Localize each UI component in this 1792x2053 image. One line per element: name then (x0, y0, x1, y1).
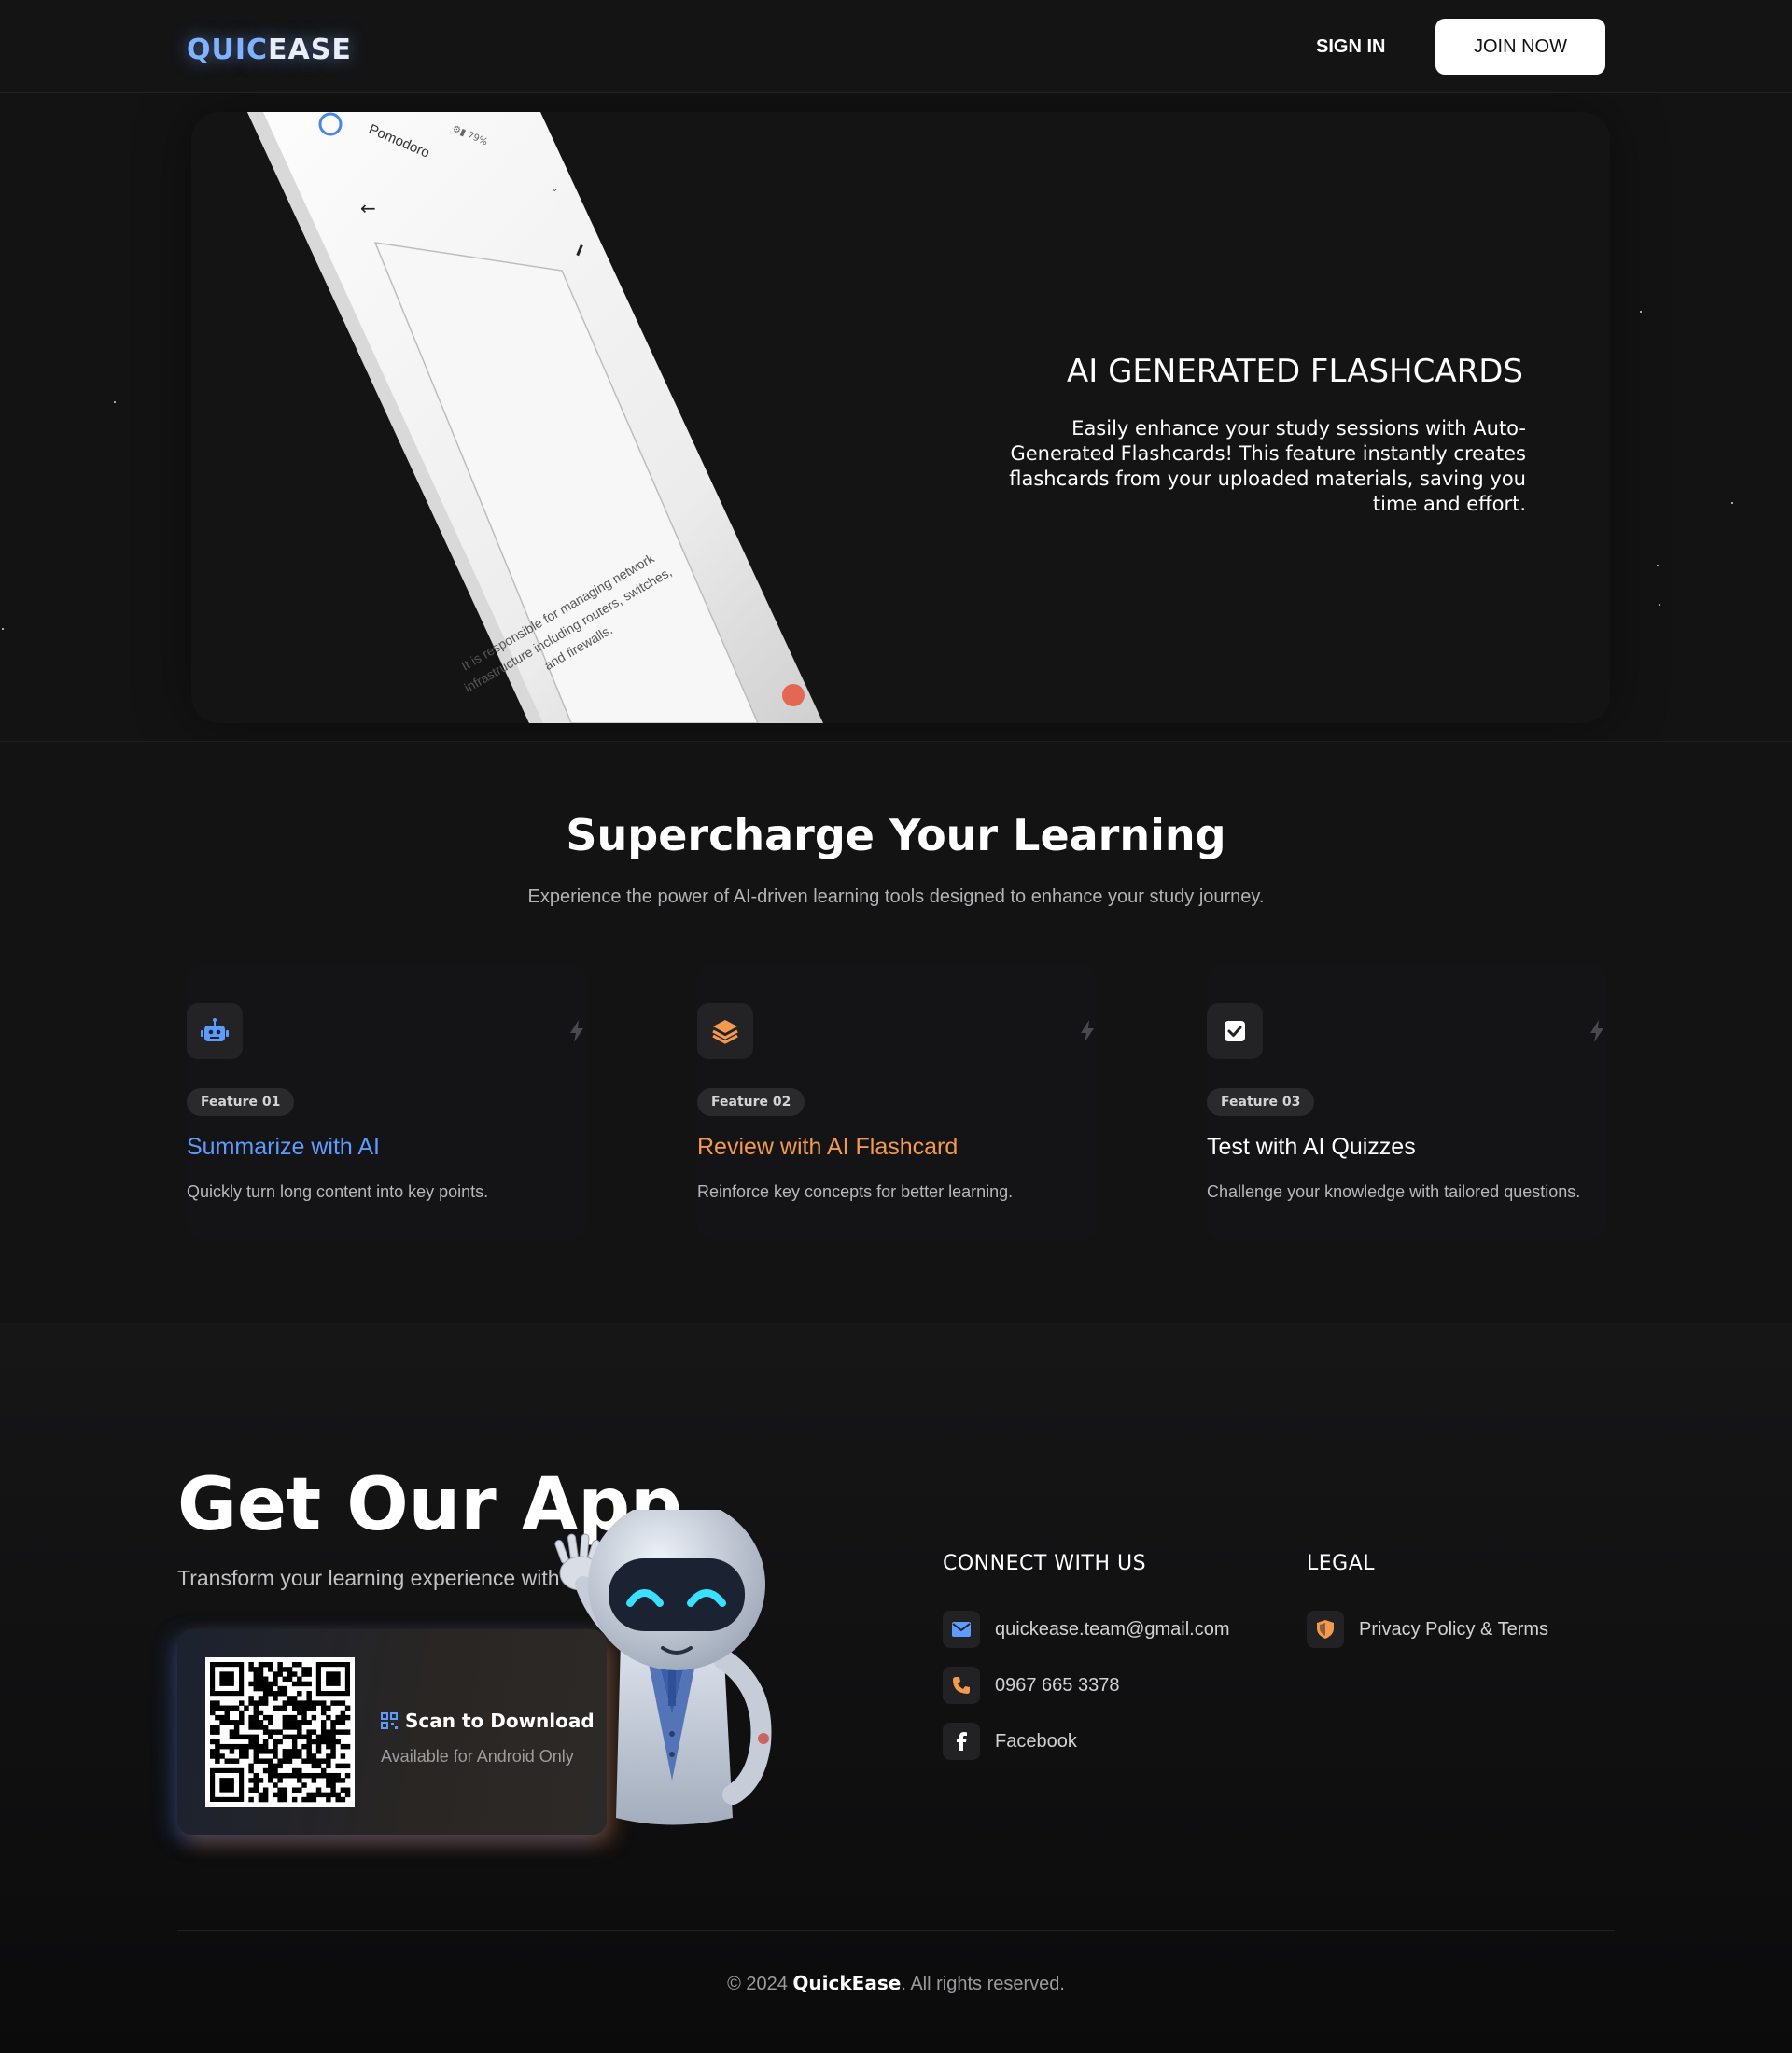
feature-description: Reinforce key concepts for better learni… (697, 1182, 1014, 1201)
feature-title: Test with AI Quizzes (1207, 1134, 1416, 1160)
hero-section: Pomodoro ⚙▮ 79% ← ⌄ It is responsible fo… (0, 93, 1792, 742)
shield-icon (1307, 1611, 1344, 1648)
get-app-section: Get Our App Transform your learning expe… (0, 1323, 1792, 2053)
star-dot (114, 401, 116, 403)
star-dot (1640, 311, 1642, 313)
footer-brand: QuickEase (792, 1972, 902, 1994)
feature-title: Review with AI Flashcard (697, 1134, 959, 1160)
legal-heading: LEGAL (1307, 1552, 1376, 1575)
feature-badge: Feature 01 (187, 1088, 295, 1116)
phone-link[interactable]: 0967 665 3378 (943, 1667, 1119, 1704)
hero-description: Easily enhance your study sessions with … (1009, 417, 1526, 515)
facebook-icon (943, 1723, 980, 1760)
privacy-policy-link[interactable]: Privacy Policy & Terms (1307, 1611, 1548, 1648)
quickease-logo[interactable]: QUICEASE (187, 34, 352, 66)
phone-icon (943, 1667, 980, 1704)
feature-badge: Feature 03 (1207, 1088, 1315, 1116)
features-subtitle: Experience the power of AI-driven learni… (527, 887, 1265, 907)
feature-description: Quickly turn long content into key point… (187, 1182, 489, 1201)
star-dot (1659, 604, 1660, 606)
feature-title: Summarize with AI (187, 1134, 381, 1160)
star-dot (2, 628, 4, 630)
features-section: Supercharge Your Learning Experience the… (0, 743, 1792, 1323)
hero-title: AI GENERATED FLASHCARDS (1066, 353, 1523, 390)
check-square-icon (1207, 1003, 1263, 1059)
facebook-link[interactable]: Facebook (943, 1723, 1077, 1760)
feature-card[interactable]: Feature 03 Test with AI Quizzes Challeng… (1207, 964, 1606, 1240)
robot-mascot-image (554, 1510, 772, 1825)
robot-icon (187, 1003, 243, 1059)
email-link[interactable]: quickease.team@gmail.com (943, 1611, 1230, 1648)
top-navbar: QUICEASE SIGN IN JOIN NOW (0, 0, 1792, 93)
bolt-icon (1081, 1020, 1094, 1042)
copyright-text: © 2024 QuickEase. All rights reserved. (727, 1972, 1065, 1994)
bolt-icon (1590, 1020, 1603, 1042)
svg-text:⌄: ⌄ (551, 184, 558, 194)
features-title: Supercharge Your Learning (566, 810, 1226, 860)
join-now-button[interactable]: JOIN NOW (1435, 19, 1605, 75)
layers-icon (697, 1003, 753, 1059)
star-dot (1657, 565, 1659, 566)
feature-badge: Feature 02 (697, 1088, 805, 1116)
feature-card[interactable]: Feature 02 Review with AI Flashcard Rein… (697, 964, 1097, 1240)
bolt-icon (570, 1020, 583, 1042)
mail-icon (943, 1611, 980, 1648)
feature-description: Challenge your knowledge with tailored q… (1207, 1182, 1581, 1201)
sign-in-link[interactable]: SIGN IN (1316, 28, 1385, 65)
connect-heading: CONNECT WITH US (943, 1552, 1147, 1575)
qr-code[interactable] (205, 1657, 355, 1807)
feature-card[interactable]: Feature 01 Summarize with AI Quickly tur… (187, 964, 586, 1240)
svg-text:←: ← (360, 197, 376, 219)
qr-icon (381, 1712, 398, 1729)
footer-divider (177, 1930, 1615, 1931)
star-dot (1731, 502, 1733, 504)
phone-mockup-image: Pomodoro ⚙▮ 79% ← ⌄ It is responsible fo… (245, 112, 823, 723)
